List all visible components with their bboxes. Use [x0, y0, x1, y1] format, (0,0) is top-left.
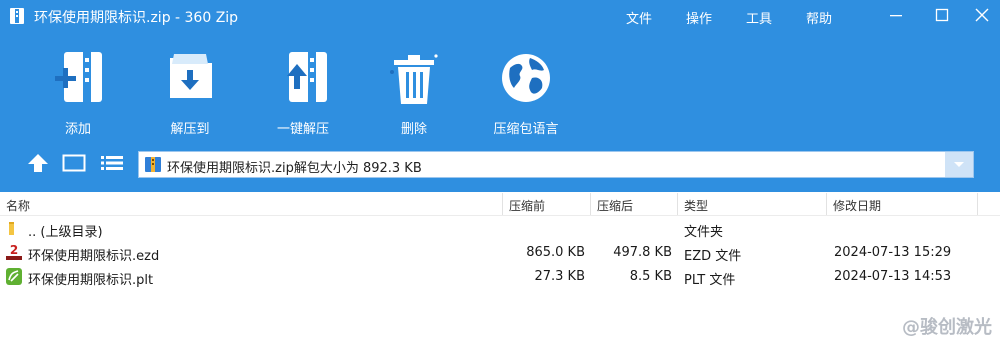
minimize-button[interactable]: [878, 0, 914, 30]
app-icon: [10, 8, 24, 24]
delete-icon: [390, 54, 438, 104]
menu-operation[interactable]: 操作: [686, 8, 712, 27]
list-view-icon: [101, 156, 123, 170]
row-type: EZD 文件: [684, 249, 742, 264]
navigation-bar: 环保使用期限标识.zip解包大小为 892.3 KB: [0, 148, 1000, 180]
thumbnail-view-icon: [62, 154, 86, 172]
row-type: PLT 文件: [684, 273, 736, 288]
menu-tools[interactable]: 工具: [746, 8, 772, 27]
column-divider[interactable]: [977, 193, 978, 215]
row-name: 环保使用期限标识.ezd: [28, 249, 160, 264]
column-header-before-label: 压缩前: [509, 199, 546, 213]
title-bar: 环保使用期限标识.zip - 360 Zip 文件 操作 工具 帮助: [0, 0, 1000, 32]
minimize-icon: [890, 15, 902, 17]
ezcad-file-icon: 2: [6, 244, 22, 260]
column-header-name-label: 名称: [6, 199, 31, 213]
menu-help[interactable]: 帮助: [806, 8, 832, 27]
table-row[interactable]: .. (上级目录) 文件夹: [0, 216, 1000, 240]
column-header-type-label: 类型: [684, 199, 709, 213]
add-icon: [55, 52, 102, 102]
column-header-name[interactable]: 名称: [0, 193, 502, 215]
extract-to-icon: [170, 54, 212, 98]
globe-icon: [502, 54, 550, 102]
up-arrow-icon: [28, 154, 48, 172]
column-header-after[interactable]: 压缩后: [591, 193, 677, 215]
address-text: 环保使用期限标识.zip解包大小为 892.3 KB: [167, 161, 422, 176]
svg-text:2: 2: [10, 244, 18, 257]
view-thumbnail-button[interactable]: [60, 150, 88, 176]
column-header-before[interactable]: 压缩前: [503, 193, 589, 215]
maximize-icon: [935, 8, 949, 22]
address-dropdown-button[interactable]: [945, 152, 973, 177]
watermark: @骏创激光: [902, 317, 992, 338]
up-level-button[interactable]: [24, 150, 52, 176]
extract-to-label: 解压到: [170, 122, 210, 137]
row-size-before: 865.0 KB: [526, 245, 585, 260]
row-size-after: 8.5 KB: [629, 269, 672, 284]
one-click-extract-label: 一键解压: [276, 122, 329, 137]
row-name: 环保使用期限标识.plt: [28, 273, 154, 288]
view-list-button[interactable]: [98, 150, 126, 176]
row-type: 文件夹: [684, 225, 724, 240]
window-title: 环保使用期限标识.zip - 360 Zip: [34, 10, 239, 26]
close-button[interactable]: [964, 0, 1000, 30]
table-row[interactable]: 环保使用期限标识.plt 27.3 KB 8.5 KB PLT 文件 2024-…: [0, 264, 1000, 288]
delete-label: 删除: [400, 122, 427, 137]
menu-file[interactable]: 文件: [626, 8, 652, 27]
delete-button[interactable]: 删除: [369, 48, 459, 138]
row-size-before: 27.3 KB: [534, 269, 585, 284]
address-bar[interactable]: 环保使用期限标识.zip解包大小为 892.3 KB: [138, 151, 974, 178]
column-header-modified-label: 修改日期: [833, 199, 882, 213]
column-header-type[interactable]: 类型: [678, 193, 826, 215]
row-size-after: 497.8 KB: [613, 245, 672, 260]
column-header-after-label: 压缩后: [597, 199, 634, 213]
close-icon: [975, 8, 989, 22]
row-name: .. (上级目录): [28, 225, 103, 240]
archive-language-button[interactable]: 压缩包语言: [481, 48, 571, 138]
add-button[interactable]: 添加: [33, 48, 123, 138]
zip-archive-icon: [145, 157, 161, 172]
one-click-extract-button[interactable]: 一键解压: [258, 48, 348, 138]
plt-file-icon: [6, 268, 22, 285]
extract-to-button[interactable]: 解压到: [145, 48, 235, 138]
table-row[interactable]: 2 环保使用期限标识.ezd 865.0 KB 497.8 KB EZD 文件 …: [0, 240, 1000, 264]
column-header-modified[interactable]: 修改日期: [827, 193, 977, 215]
row-modified: 2024-07-13 15:29: [834, 245, 952, 260]
folder-icon: [9, 222, 14, 235]
archive-language-label: 压缩包语言: [493, 122, 559, 137]
add-label: 添加: [64, 122, 91, 137]
one-click-extract-icon: [287, 52, 327, 102]
chevron-down-icon: [954, 161, 964, 167]
row-modified: 2024-07-13 14:53: [834, 269, 952, 284]
maximize-button[interactable]: [924, 0, 960, 30]
